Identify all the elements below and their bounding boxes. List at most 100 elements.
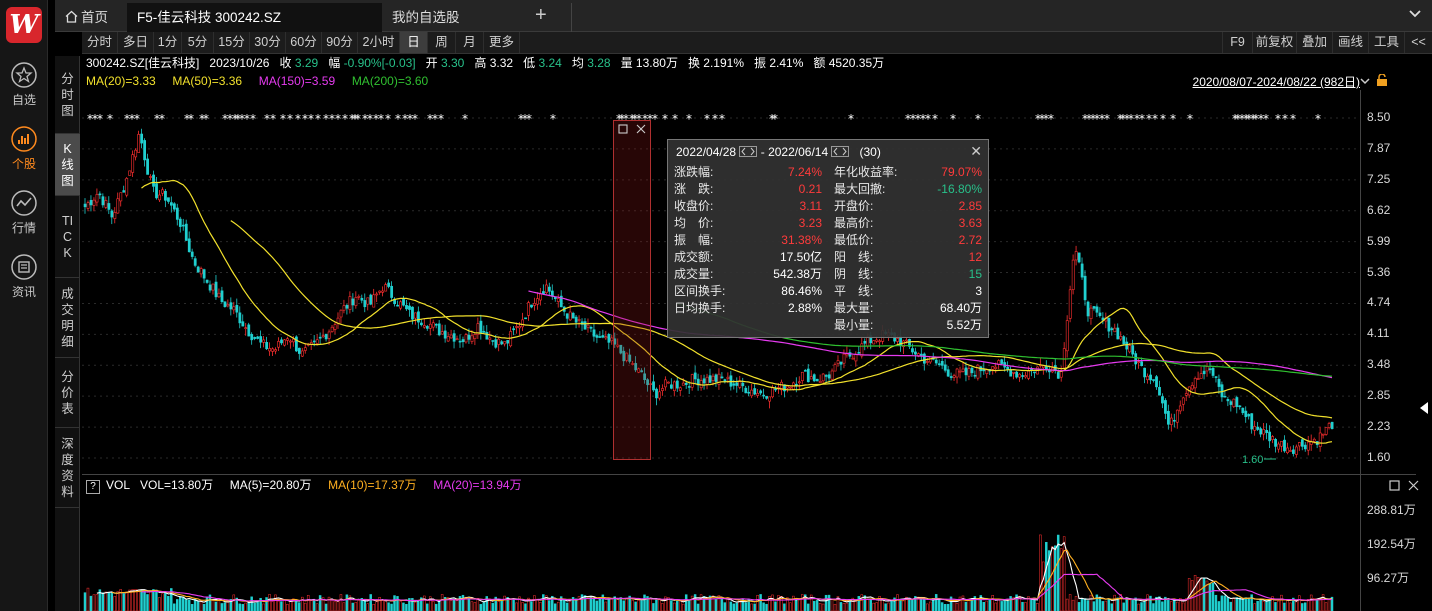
candle-body [1006,366,1010,370]
candle-body [741,382,745,387]
period-button[interactable]: 月 [456,32,484,53]
tab-home[interactable]: 首页 [55,3,127,32]
candle-body [1161,396,1164,404]
volume-bar [1259,598,1262,611]
vtab-profile[interactable]: 深度资料 [55,428,80,508]
period-button[interactable]: 2小时 [358,32,400,53]
event-marker-icon: * [355,112,361,126]
tab-stock[interactable]: F5-佳云科技 300242.SZ [127,3,382,32]
volume-bar [196,601,200,611]
lock-icon[interactable] [1376,74,1388,86]
vtab-kline[interactable]: K线图 [55,134,80,196]
close-icon[interactable] [636,124,646,134]
stepper-icon[interactable] [739,146,758,157]
volume-bar [649,597,652,611]
maximize-icon[interactable] [1389,480,1400,491]
toolbar-button[interactable]: << [1404,32,1432,53]
rail-item-watchlist[interactable]: 自选 [0,62,48,108]
maximize-icon[interactable] [618,124,628,134]
candle-body [759,390,763,394]
candle-body [604,336,608,339]
volume-bar [1229,601,1233,611]
period-button[interactable]: 60分 [286,32,322,53]
event-marker-icon: * [662,112,668,126]
candle-body [315,339,319,344]
candle-body [351,298,355,306]
volume-bar [723,602,727,611]
candle-body [1027,370,1030,379]
toolbar-button[interactable]: 叠加 [1296,32,1332,53]
stepper-icon[interactable] [831,146,850,157]
period-button[interactable]: 更多 [484,32,520,53]
vtab-tick[interactable]: TICK [55,196,80,278]
vtab-timeshare[interactable]: 分时图 [55,56,80,134]
rail-item-stock[interactable]: 个股 [0,126,48,172]
volume-bar [440,594,444,611]
candle-body [488,337,492,340]
period-button[interactable]: 周 [428,32,456,53]
period-button[interactable]: 1分 [154,32,182,53]
candle-body [1241,407,1245,414]
ma20-value: MA(20)=3.33 [86,74,156,88]
volume-bar [515,602,518,611]
rail-item-market[interactable]: 行情 [0,190,48,236]
candle-body [161,189,164,194]
volume-bar [295,599,298,611]
volume-ma-line [111,549,1333,603]
app-logo-icon[interactable]: W [6,7,42,43]
toolbar-button[interactable]: F9 [1222,32,1252,53]
volume-bar [274,594,277,611]
volume-bar [1232,598,1236,611]
toolbar-button[interactable]: 前复权 [1252,32,1296,53]
rail-item-news[interactable]: 资讯 [0,254,48,300]
period-toolbar: 分时 多日 1分 5分 15分 30分 60分 90分 2小时日周月更多 << 工具 画线 叠加 前复权 F… [82,32,1432,54]
event-marker-icon: * [395,112,401,126]
volume-bar [405,604,408,611]
volume-bar [452,598,456,611]
candle-body [363,300,367,308]
stat-label: 涨 跌: [674,182,714,196]
candle-body [756,392,760,396]
interval-selection[interactable] [613,120,651,460]
period-button[interactable]: 日 [400,32,428,53]
period-button[interactable]: 多日 [118,32,154,53]
volume-bar [1131,599,1134,611]
candle-body [1077,252,1081,263]
candle-body [303,347,307,351]
volume-bar [1095,594,1099,611]
add-tab-button[interactable]: + [535,4,547,27]
volume-chart[interactable] [82,475,1360,611]
close-icon[interactable]: ✕ [970,143,982,160]
vtab-trades[interactable]: 成交明细 [55,278,80,358]
candle-body [827,374,831,379]
event-marker-icon: * [462,112,468,126]
vtab-price-table[interactable]: 分价表 [55,358,80,428]
candle-body [1080,263,1084,278]
candle-body [699,380,703,389]
candle-body [961,368,965,372]
candle-body [119,192,123,202]
price-tick-label: 6.62 [1367,202,1391,217]
toolbar-button[interactable]: 工具 [1368,32,1404,53]
stat-row: 涨 跌: 0.21 [674,181,822,197]
period-button[interactable]: 90分 [322,32,358,53]
volume-axis: 288.81万 192.54万 96.27万 [1360,475,1432,611]
period-button[interactable]: 15分 [214,32,250,53]
volume-bar [818,602,822,611]
candle-body [1152,379,1155,381]
period-button[interactable]: 5分 [182,32,214,53]
toolbar-button[interactable]: 画线 [1332,32,1368,53]
stat-label: 最大量: [834,301,874,315]
date-range-link[interactable]: 2020/08/07-2024/08/22 (982日) [1193,73,1360,90]
collapse-arrow-icon[interactable] [1420,402,1428,414]
candle-body [598,336,602,338]
chevron-down-icon[interactable] [1408,7,1422,21]
close-icon[interactable] [1408,480,1419,491]
volume-bar [625,598,628,611]
candle-body [545,284,548,293]
candle-body [747,391,751,394]
candle-body [104,200,108,208]
dropdown-arrow-icon[interactable] [1360,76,1370,86]
period-button[interactable]: 分时 [82,32,118,53]
period-button[interactable]: 30分 [250,32,286,53]
